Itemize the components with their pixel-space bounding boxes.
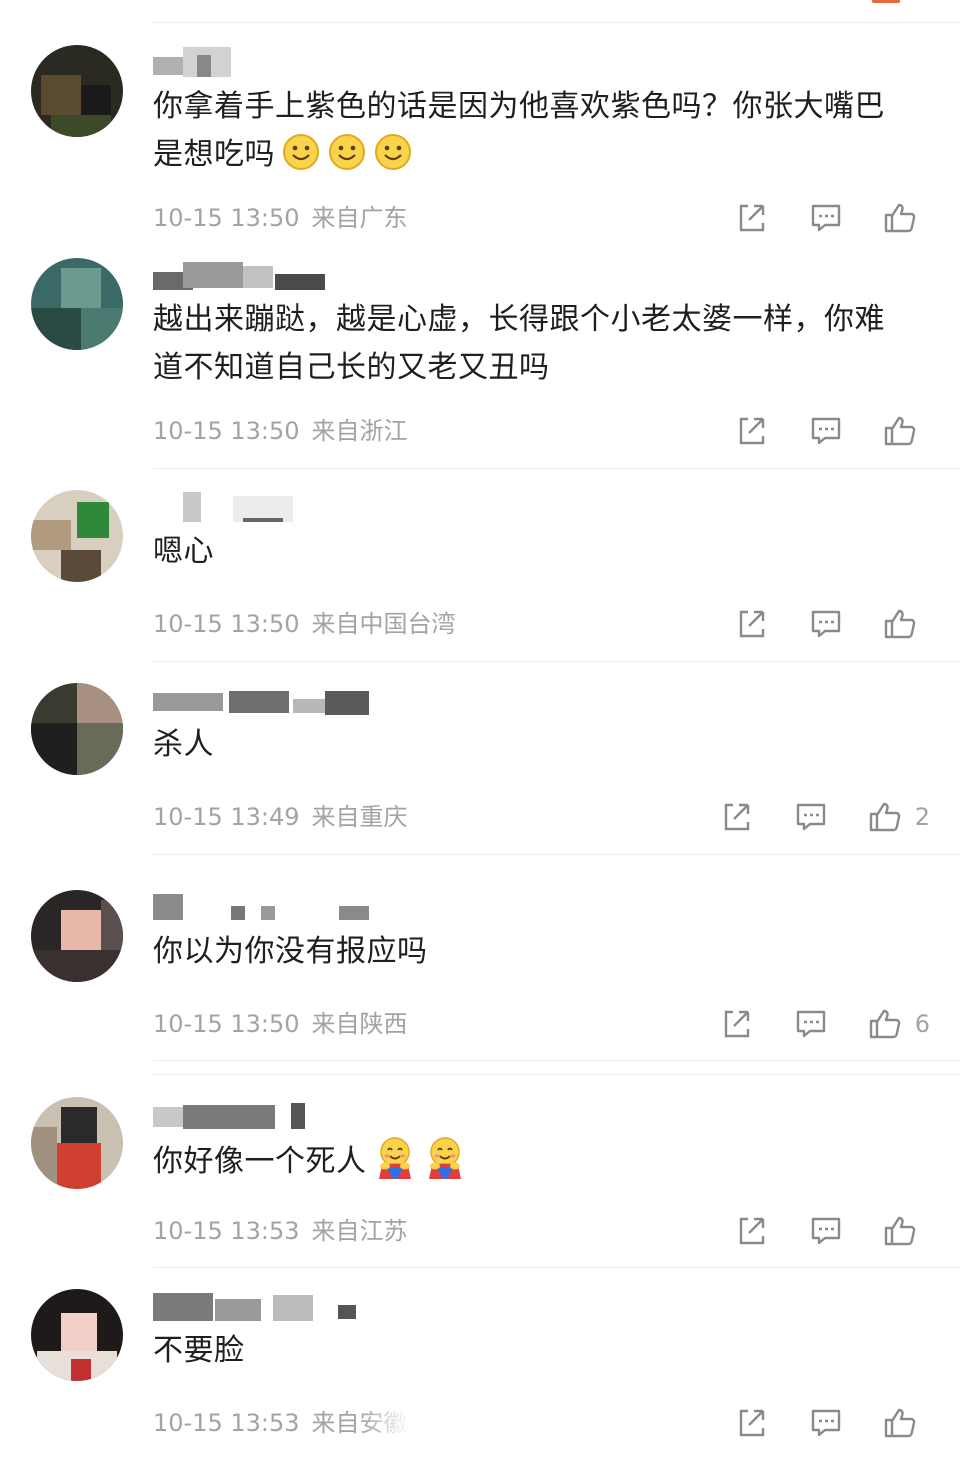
location: 来自陕西 (311, 1010, 408, 1038)
location: 来自重庆 (311, 803, 408, 831)
reply-icon[interactable] (808, 1213, 844, 1249)
comment-meta: 10-15 13:50 来自陕西 (153, 1004, 408, 1044)
divider (153, 468, 960, 469)
comment-text: 你以为你没有报应吗 (153, 934, 428, 969)
comment-meta: 10-15 13:50 来自中国台湾 (153, 604, 456, 644)
timestamp: 10-15 13:50 (153, 204, 300, 232)
avatar[interactable] (31, 683, 123, 775)
comment-meta: 10-15 13:50 来自浙江 (153, 411, 408, 451)
timestamp: 10-15 13:50 (153, 1010, 300, 1038)
smile-emoji-group (275, 134, 413, 172)
thumbs-up-icon[interactable] (867, 799, 903, 835)
comment-actions (734, 411, 930, 451)
comment-actions (734, 1211, 930, 1251)
hug-emoji-group (367, 1137, 467, 1179)
reply-icon[interactable] (793, 1006, 829, 1042)
smile-emoji-icon (375, 134, 411, 170)
hug-emoji-icon (378, 1137, 411, 1179)
divider (153, 854, 960, 855)
thumbs-up-icon[interactable] (882, 1213, 918, 1249)
share-icon[interactable] (719, 1006, 755, 1042)
thumbs-up-icon[interactable] (882, 413, 918, 449)
comment-meta: 10-15 13:53 来自江苏 (153, 1211, 408, 1251)
thumbs-up-icon[interactable] (882, 200, 918, 236)
avatar[interactable] (31, 45, 123, 137)
username-blurred[interactable] (153, 490, 413, 524)
reply-icon[interactable] (808, 1405, 844, 1441)
timestamp: 10-15 13:50 (153, 610, 300, 638)
comment-actions: 2 (719, 797, 930, 837)
comment-actions (734, 1403, 930, 1443)
location: 来自中国台湾 (311, 610, 456, 638)
share-icon[interactable] (734, 606, 770, 642)
divider (153, 1074, 960, 1075)
avatar[interactable] (31, 890, 123, 982)
like-count: 2 (914, 803, 930, 831)
thumbs-up-icon[interactable] (882, 1405, 918, 1441)
thumbs-up-icon[interactable] (867, 1006, 903, 1042)
reply-icon[interactable] (808, 413, 844, 449)
divider (153, 22, 960, 23)
divider (153, 661, 960, 662)
share-icon[interactable] (734, 1405, 770, 1441)
location: 来自浙江 (311, 417, 408, 445)
timestamp: 10-15 13:53 (153, 1409, 300, 1437)
top-accent-bar (872, 0, 900, 3)
comment-meta: 10-15 13:49 来自重庆 (153, 797, 408, 837)
comment-actions (734, 604, 930, 644)
reply-icon[interactable] (793, 799, 829, 835)
smile-emoji-icon (329, 134, 365, 170)
smile-emoji-icon (283, 134, 319, 170)
share-icon[interactable] (734, 200, 770, 236)
comment-actions (734, 198, 930, 238)
comment-text: 嗯心 (153, 534, 214, 569)
comment-text: 你拿着手上紫色的话是因为他喜欢紫色吗？你张大嘴巴是想吃吗 (153, 89, 885, 172)
username-blurred[interactable] (153, 683, 413, 717)
share-icon[interactable] (734, 413, 770, 449)
username-blurred[interactable] (153, 258, 413, 292)
location: 来自江苏 (311, 1217, 408, 1245)
watermark-blur (360, 1402, 600, 1448)
comment-text: 你好像一个死人 (153, 1135, 913, 1186)
avatar[interactable] (31, 1289, 123, 1381)
username-blurred[interactable] (153, 45, 413, 79)
divider (153, 1267, 960, 1268)
share-icon[interactable] (734, 1213, 770, 1249)
thumbs-up-icon[interactable] (882, 606, 918, 642)
like-count: 6 (914, 1010, 930, 1038)
comment-actions: 6 (719, 1004, 930, 1044)
share-icon[interactable] (719, 799, 755, 835)
timestamp: 10-15 13:53 (153, 1217, 300, 1245)
location: 来自广东 (311, 204, 408, 232)
comment-text: 不要脸 (153, 1333, 245, 1368)
timestamp: 10-15 13:49 (153, 803, 300, 831)
avatar[interactable] (31, 258, 123, 350)
timestamp: 10-15 13:50 (153, 417, 300, 445)
comment-meta: 10-15 13:50 来自广东 (153, 198, 408, 238)
avatar[interactable] (31, 490, 123, 582)
avatar[interactable] (31, 1097, 123, 1189)
username-blurred[interactable] (153, 1097, 413, 1131)
reply-icon[interactable] (808, 200, 844, 236)
divider (153, 1060, 960, 1061)
username-blurred[interactable] (153, 1289, 413, 1323)
hug-emoji-icon (428, 1137, 461, 1179)
comment-text: 越出来蹦跶，越是心虚，长得跟个小老太婆一样，你难道不知道自己长的又老又丑吗 (153, 302, 885, 385)
comment-text: 杀人 (153, 727, 214, 762)
username-blurred[interactable] (153, 890, 413, 924)
reply-icon[interactable] (808, 606, 844, 642)
